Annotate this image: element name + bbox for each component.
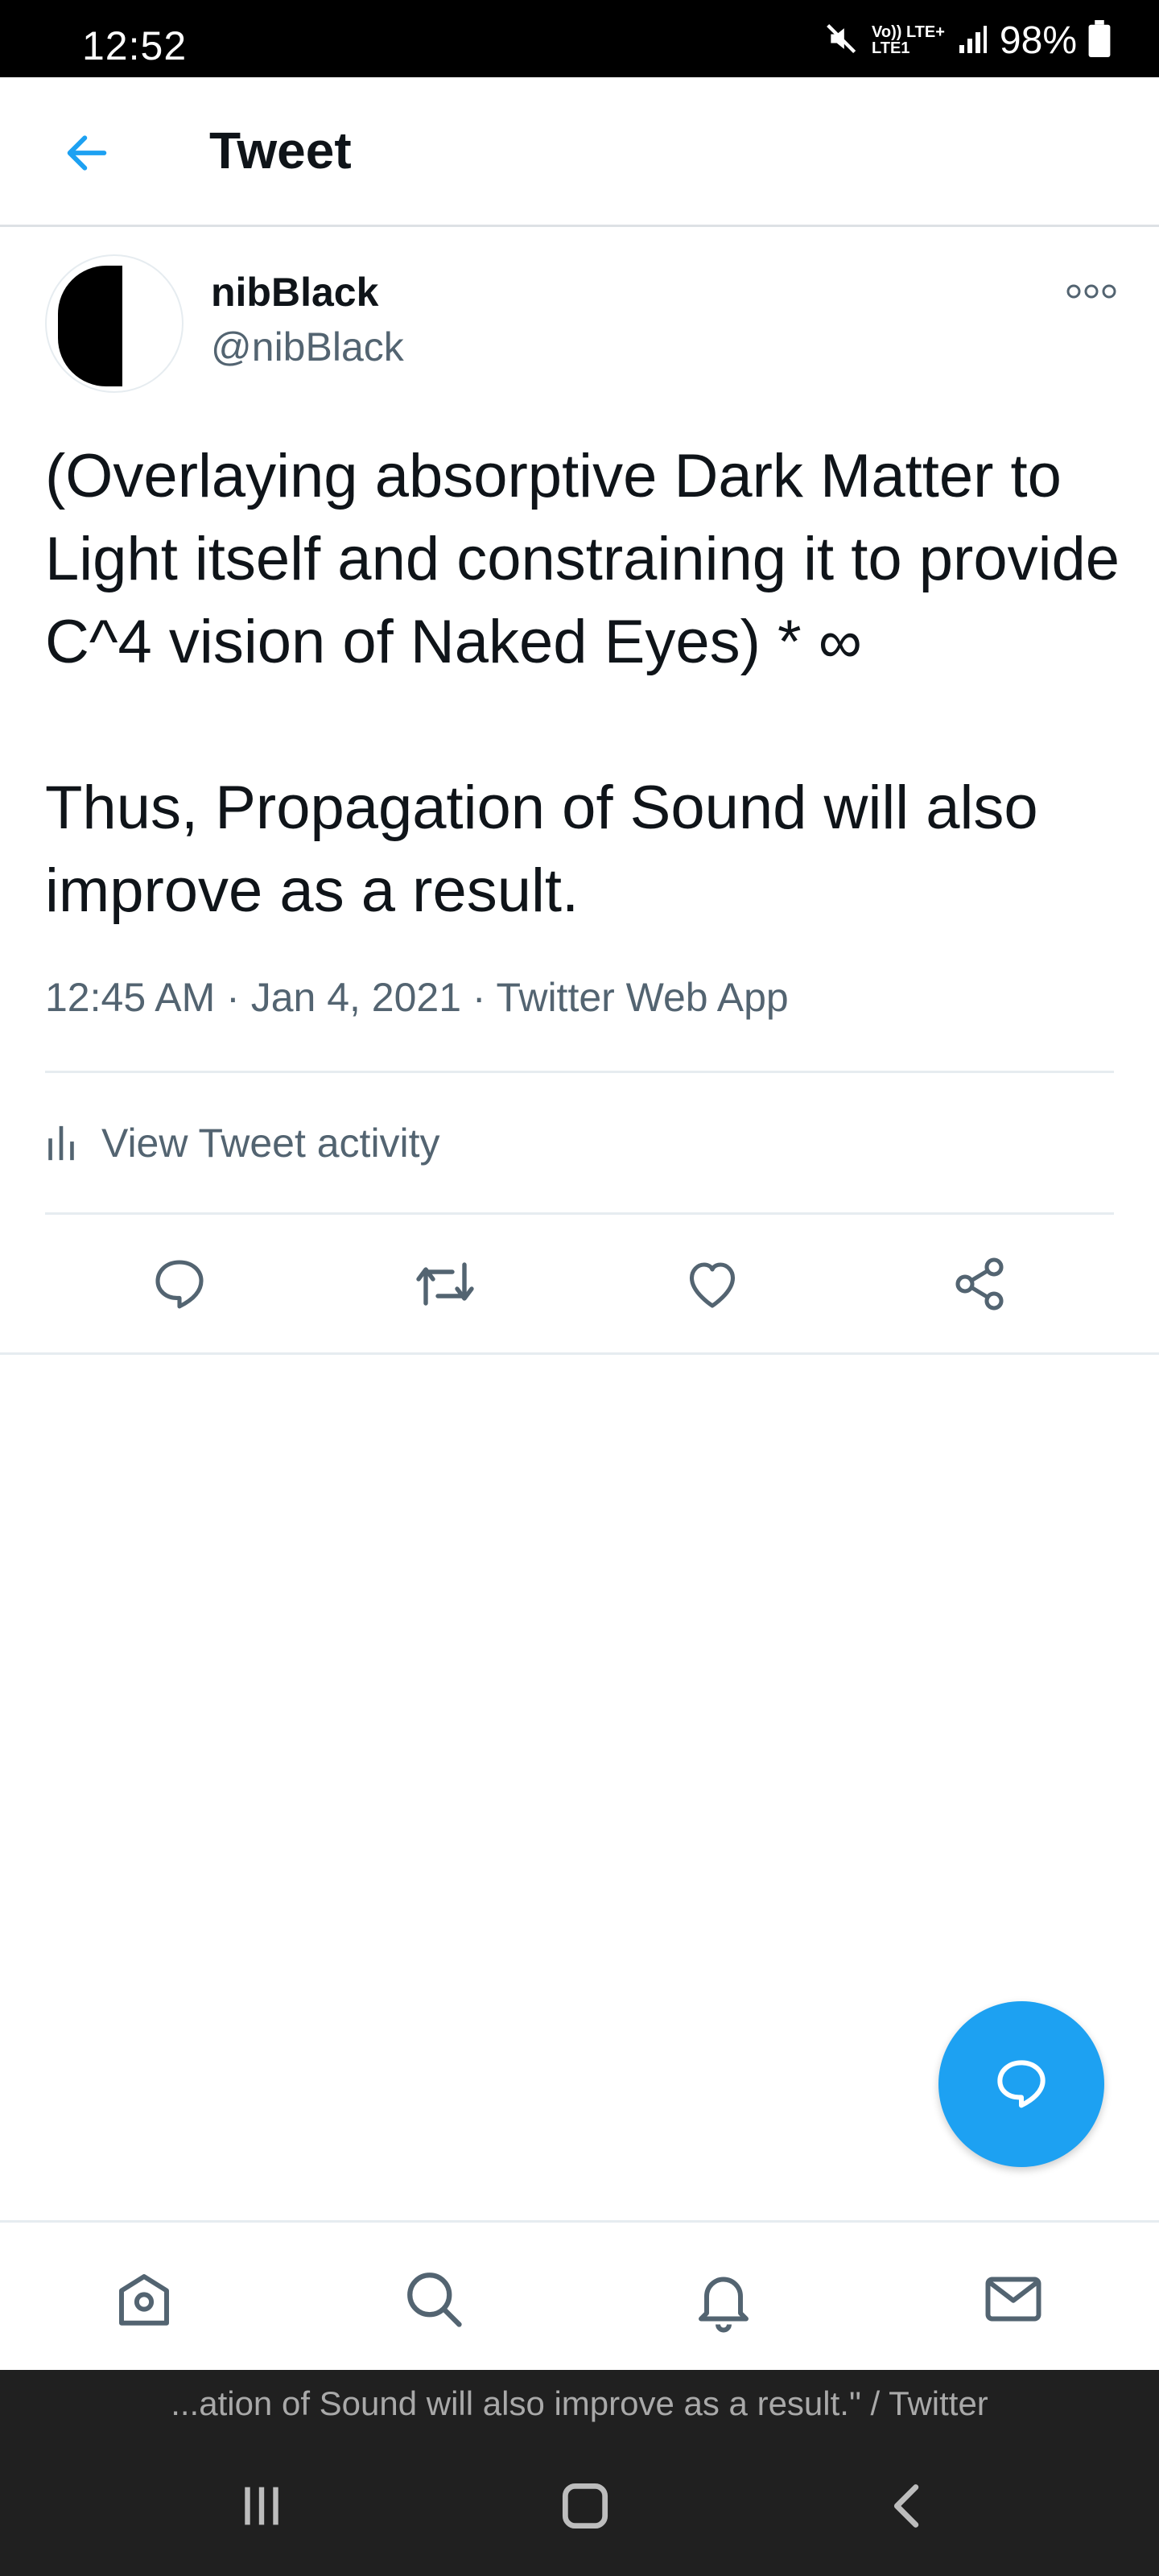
like-button[interactable] <box>676 1248 749 1320</box>
messages-icon <box>985 2277 1041 2322</box>
status-time: 12:52 <box>82 23 188 68</box>
author-name[interactable]: nibBlack <box>211 269 378 316</box>
retweet-button[interactable] <box>409 1248 481 1320</box>
tweet-text: (Overlaying absorptive Dark Matter to Li… <box>45 442 1120 925</box>
reply-icon <box>997 2060 1046 2108</box>
analytics-icon <box>48 1125 74 1161</box>
avatar-image-dark <box>58 266 114 386</box>
more-options-button[interactable] <box>1061 274 1122 309</box>
mute-icon <box>825 21 860 60</box>
home-icon <box>119 2274 169 2326</box>
more-icon <box>1066 284 1116 299</box>
nav-notifications[interactable] <box>687 2263 760 2335</box>
retweet-icon <box>416 1262 474 1306</box>
signal-icon <box>956 23 988 59</box>
search-icon <box>407 2273 462 2327</box>
network-label-2: LTE1 <box>872 39 910 57</box>
home-square-icon <box>562 2483 608 2529</box>
tweet-timestamp: 12:45 AM · Jan 4, 2021 · Twitter Web App <box>45 975 789 1020</box>
notifications-icon <box>699 2277 749 2333</box>
nav-search[interactable] <box>398 2263 470 2335</box>
home-system-button[interactable] <box>549 2470 621 2542</box>
back-button[interactable] <box>58 124 116 182</box>
tweet-actions <box>0 1240 1159 1328</box>
reply-button[interactable] <box>143 1248 216 1320</box>
divider <box>0 1352 1159 1355</box>
divider <box>45 1212 1114 1215</box>
network-indicator: Vo)) LTE+ LTE1 <box>872 24 945 56</box>
back-system-button[interactable] <box>872 2470 945 2542</box>
page-title: Tweet <box>209 122 352 180</box>
share-icon <box>955 1257 1004 1311</box>
system-navigation <box>0 2438 1159 2576</box>
battery-icon <box>1088 19 1111 61</box>
author-handle[interactable]: @nibBlack <box>211 324 404 370</box>
avatar-image-light <box>114 266 163 386</box>
battery-percent: 98% <box>999 19 1077 62</box>
nav-home[interactable] <box>108 2263 180 2335</box>
recents-icon <box>245 2487 278 2525</box>
like-icon <box>689 1262 736 1308</box>
compose-reply-button[interactable] <box>938 2001 1104 2167</box>
recent-apps-button[interactable] <box>225 2470 298 2542</box>
share-button[interactable] <box>943 1248 1016 1320</box>
status-bar: 12:52 Vo)) LTE+ LTE1 98% <box>0 0 1159 77</box>
recent-apps-caption: ...ation of Sound will also improve as a… <box>0 2370 1159 2438</box>
reply-icon <box>155 1260 204 1309</box>
status-icons: Vo)) LTE+ LTE1 98% <box>825 19 1111 62</box>
network-label-1: Vo)) LTE+ <box>872 23 945 41</box>
chevron-left-icon <box>893 2484 919 2528</box>
activity-label: View Tweet activity <box>101 1121 440 1166</box>
top-app-bar: Tweet <box>0 77 1159 227</box>
nav-messages[interactable] <box>977 2263 1050 2335</box>
view-tweet-activity[interactable]: View Tweet activity <box>45 1111 440 1175</box>
divider <box>45 1071 1114 1073</box>
avatar[interactable] <box>45 254 184 393</box>
arrow-left-icon <box>67 135 107 171</box>
bottom-navigation <box>0 2220 1159 2370</box>
